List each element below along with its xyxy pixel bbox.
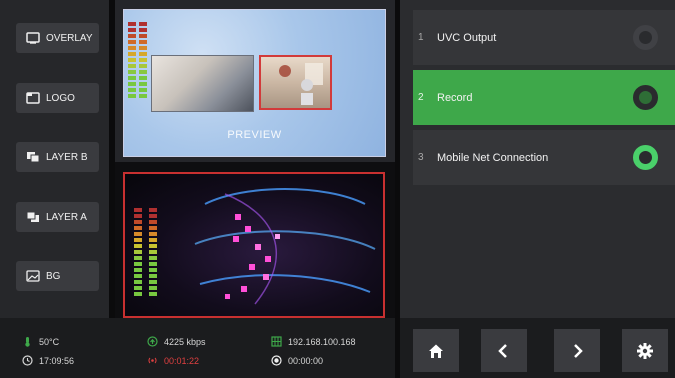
logo-icon	[26, 92, 40, 104]
logo-button[interactable]: LOGO	[16, 83, 99, 113]
home-icon	[429, 344, 443, 358]
preview-vu-meter-right	[139, 22, 147, 100]
broadcast-icon	[148, 357, 157, 364]
layer-column: OVERLAY LOGO LAYER B LAYER A BG	[0, 0, 109, 318]
temperature-status: 50°C	[22, 336, 59, 347]
program-vu-meter-right	[149, 208, 157, 298]
preview-label: PREVIEW	[227, 129, 282, 141]
logo-label: LOGO	[46, 92, 75, 104]
gear-icon	[637, 342, 653, 359]
output-item-record[interactable]: 2 Record	[413, 70, 675, 125]
preview-monitor[interactable]: PREVIEW	[123, 9, 386, 157]
home-button[interactable]	[413, 329, 459, 372]
bg-label: BG	[46, 270, 61, 282]
bitrate-status: 4225 kbps	[147, 336, 206, 347]
layer-a-thumbnail	[151, 55, 254, 112]
layer-b-label: LAYER B	[46, 151, 88, 163]
status-bar: 50°C 17:09:56 4225 kbps 00:01:22 192.168…	[0, 318, 395, 378]
network-icon	[271, 336, 282, 347]
layer-b-thumbnail	[259, 55, 332, 110]
thermometer-icon	[25, 337, 30, 347]
record-icon	[271, 355, 282, 366]
clock-status: 17:09:56	[22, 355, 74, 366]
record-toggle[interactable]	[633, 85, 658, 110]
bitrate-value: 4225 kbps	[164, 336, 206, 347]
program-vu-meter-left	[134, 208, 142, 298]
ip-address: 192.168.100.168	[288, 336, 356, 347]
output-number: 1	[418, 32, 424, 43]
overlay-label: OVERLAY	[46, 32, 93, 44]
chevron-left-icon	[498, 343, 507, 358]
layer-b-icon	[27, 152, 40, 163]
chevron-right-icon	[574, 343, 583, 358]
settings-button[interactable]	[622, 329, 668, 372]
network-status: 192.168.100.168	[271, 336, 356, 347]
upload-icon	[147, 336, 158, 347]
overlay-icon	[26, 32, 40, 44]
bg-button[interactable]: BG	[16, 261, 99, 291]
image-icon	[26, 270, 40, 282]
output-number: 3	[418, 152, 424, 163]
record-timer: 00:00:00	[288, 355, 324, 366]
live-status: 00:01:22	[147, 355, 199, 366]
layer-a-icon	[26, 211, 39, 222]
output-number: 2	[418, 92, 424, 103]
clock-value: 17:09:56	[39, 355, 75, 366]
temperature-value: 50°C	[39, 336, 60, 347]
back-button[interactable]	[481, 329, 527, 372]
uvc-toggle[interactable]	[633, 25, 658, 50]
program-video-content	[194, 188, 376, 305]
live-timer: 00:01:22	[164, 355, 200, 366]
overlay-button[interactable]: OVERLAY	[16, 23, 99, 53]
mobile-net-toggle[interactable]	[633, 145, 658, 170]
program-monitor[interactable]	[123, 172, 385, 318]
output-item-uvc[interactable]: 1 UVC Output	[413, 10, 675, 65]
layer-b-button[interactable]: LAYER B	[16, 142, 99, 172]
record-status: 00:00:00	[271, 355, 323, 366]
forward-button[interactable]	[554, 329, 600, 372]
layer-a-label: LAYER A	[46, 211, 87, 223]
layer-a-button[interactable]: LAYER A	[16, 202, 99, 232]
clock-icon	[22, 355, 33, 366]
preview-vu-meter-left	[128, 22, 136, 100]
output-item-mobile-net[interactable]: 3 Mobile Net Connection	[413, 130, 675, 185]
